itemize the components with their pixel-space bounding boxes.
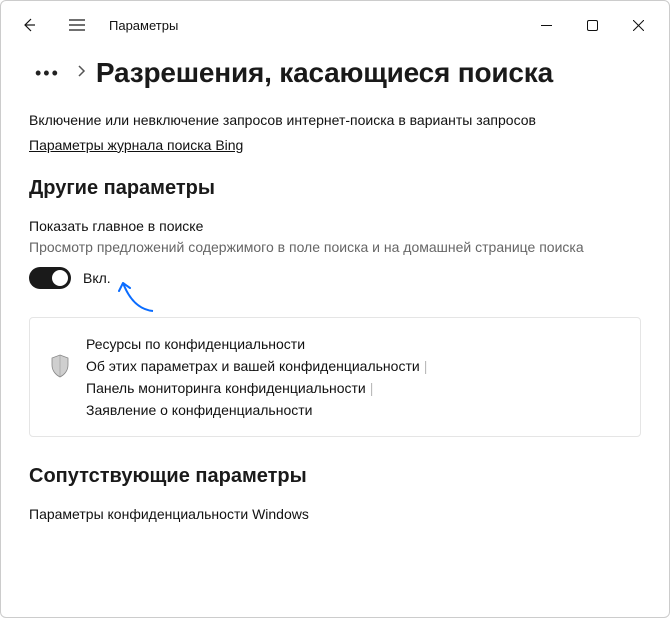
highlights-toggle[interactable] bbox=[29, 267, 71, 289]
chevron-right-icon bbox=[76, 64, 86, 83]
privacy-line-about-label: Об этих параметрах и вашей конфиденциаль… bbox=[86, 358, 420, 374]
content: ••• Разрешения, касающиеся поиска Включе… bbox=[1, 57, 669, 542]
highlights-setting-desc: Просмотр предложений содержимого в поле … bbox=[29, 238, 641, 258]
highlights-toggle-row: Вкл. bbox=[29, 267, 641, 289]
window-controls bbox=[523, 9, 661, 41]
privacy-resources-card: Ресурсы по конфиденциальности Об этих па… bbox=[29, 317, 641, 437]
breadcrumb-ellipsis[interactable]: ••• bbox=[29, 61, 66, 86]
minimize-button[interactable] bbox=[523, 9, 569, 41]
toggle-state-label: Вкл. bbox=[83, 270, 111, 286]
privacy-card-lines: Ресурсы по конфиденциальности Об этих па… bbox=[86, 336, 427, 418]
maximize-button[interactable] bbox=[569, 9, 615, 41]
menu-button[interactable] bbox=[57, 5, 97, 45]
separator-icon: | bbox=[370, 380, 374, 396]
privacy-line-dashboard[interactable]: Панель мониторинга конфиденциальности| bbox=[86, 380, 427, 396]
hamburger-icon bbox=[69, 19, 85, 31]
close-icon bbox=[633, 20, 644, 31]
toggle-knob bbox=[52, 270, 68, 286]
bing-history-link[interactable]: Параметры журнала поиска Bing bbox=[29, 137, 243, 153]
close-button[interactable] bbox=[615, 9, 661, 41]
intro-description: Включение или невключение запросов интер… bbox=[29, 111, 641, 131]
windows-privacy-link[interactable]: Параметры конфиденциальности Windows bbox=[29, 506, 641, 522]
minimize-icon bbox=[541, 20, 552, 31]
titlebar-left: Параметры bbox=[9, 5, 178, 45]
arrow-left-icon bbox=[21, 17, 37, 33]
privacy-line-title: Ресурсы по конфиденциальности bbox=[86, 336, 427, 352]
page-title: Разрешения, касающиеся поиска bbox=[96, 57, 553, 89]
privacy-line-statement[interactable]: Заявление о конфиденциальности bbox=[86, 402, 427, 418]
titlebar: Параметры bbox=[1, 1, 669, 49]
separator-icon: | bbox=[424, 358, 428, 374]
highlights-setting-title: Показать главное в поиске bbox=[29, 218, 641, 234]
back-button[interactable] bbox=[9, 5, 49, 45]
annotation-arrow-icon bbox=[115, 271, 165, 315]
shield-icon bbox=[50, 354, 70, 378]
privacy-line-dashboard-label: Панель мониторинга конфиденциальности bbox=[86, 380, 366, 396]
related-settings-title: Сопутствующие параметры bbox=[29, 465, 641, 488]
other-settings-title: Другие параметры bbox=[29, 177, 641, 200]
breadcrumb: ••• Разрешения, касающиеся поиска bbox=[29, 57, 641, 89]
privacy-line-about[interactable]: Об этих параметрах и вашей конфиденциаль… bbox=[86, 358, 427, 374]
maximize-icon bbox=[587, 20, 598, 31]
app-title: Параметры bbox=[109, 18, 178, 33]
